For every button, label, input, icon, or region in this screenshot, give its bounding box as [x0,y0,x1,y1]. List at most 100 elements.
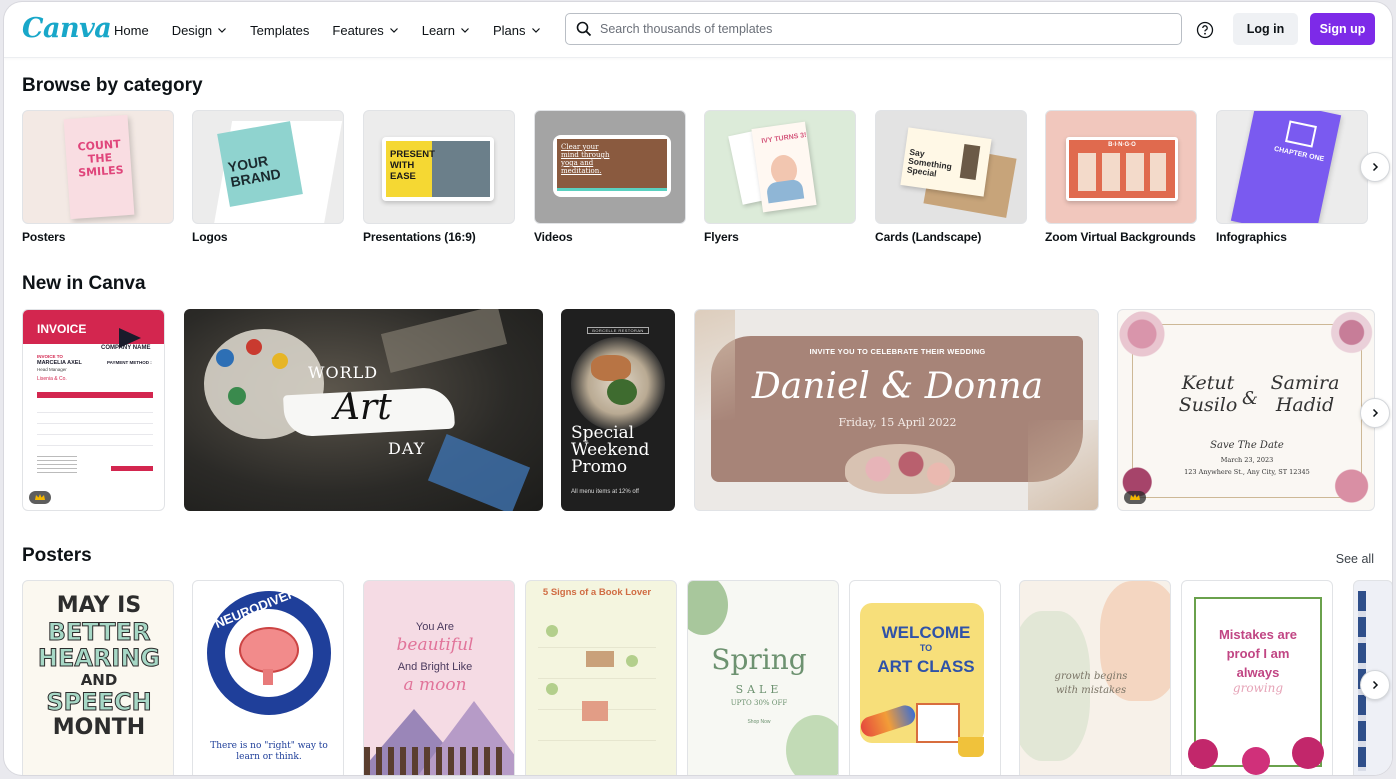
art-day-line1: WORLD [308,363,379,382]
chevron-right-icon [1372,680,1379,690]
posters-next-button[interactable] [1360,670,1390,700]
poster5-sub: SALE [735,683,783,696]
category-thumb: Clear your mind through yoga and meditat… [534,110,686,224]
poster8-line3: always [1236,665,1280,680]
search-bar[interactable] [565,13,1182,45]
pro-crown-badge [29,491,51,504]
main-nav: Home Design Templates Features Learn Pla… [114,2,564,58]
category-label: Posters [22,230,66,244]
nav-plans[interactable]: Plans [493,23,541,38]
top-header: Canva Home Design Templates Features Lea… [4,2,1392,58]
poster8-line4: growing [1232,681,1284,695]
nav-features[interactable]: Features [332,23,398,38]
poster2-caption: There is no "right" way to learn or thin… [210,741,328,762]
category-label: Presentations (16:9) [363,230,476,244]
template-world-art-day[interactable]: WORLD Art DAY [184,309,543,511]
invoice-client: Lisenia & Co. [37,376,67,382]
invoice-role: Head Manager [37,367,67,372]
poster1-line1: MAY IS [56,593,142,618]
see-all-link[interactable]: See all [1336,552,1374,566]
chevron-down-icon [389,28,398,33]
poster-spring-sale[interactable]: Spring SALE UPTO 30% OFF Shop Now [687,580,839,775]
category-thumb: CHAPTER ONE [1216,110,1368,224]
posters-title: Posters [22,545,92,566]
poster1-line5: SPEECH [46,688,152,716]
category-label: Videos [534,230,573,244]
invoice-name: MARCELIA AXEL [37,360,82,366]
poster8-line2: proof I am [1226,646,1290,661]
canva-logo[interactable]: Canva [22,13,112,44]
poster6-line1: WELCOME [881,623,971,642]
category-videos[interactable]: Clear your mind through yoga and meditat… [534,110,686,244]
poster7-line1: growth begins [1054,671,1128,682]
nav-home[interactable]: Home [114,23,149,38]
promo-footer: All menu items at 12% off [571,489,639,495]
category-thumb: PRESENT WITH EASE [363,110,515,224]
template-wedding-daniel-donna[interactable]: INVITE YOU TO CELEBRATE THEIR WEDDING Da… [694,309,1099,511]
search-input[interactable] [600,22,1160,36]
category-thumb: IVY TURNS 3! [704,110,856,224]
poster4-title: 5 Signs of a Book Lover [542,587,652,598]
poster-mistakes-growing[interactable]: Mistakes are proof I am always growing [1181,580,1333,775]
wedding2-date: March 23, 2023 [1220,456,1274,464]
new-in-canva-next-button[interactable] [1360,398,1390,428]
signup-button[interactable]: Sign up [1310,13,1375,45]
nav-plans-label: Plans [492,22,526,38]
category-posters[interactable]: COUNT THE SMILES Posters [22,110,174,244]
wedding-invite-text: INVITE YOU TO CELEBRATE THEIR WEDDING [809,347,986,356]
poster3-line4: a moon [403,675,467,695]
nav-design-label: Design [171,22,213,38]
browser-page: Canva Home Design Templates Features Lea… [4,2,1392,775]
poster1-line4: AND [80,671,118,689]
nav-learn-label: Learn [421,22,455,38]
poster7-line2: with mistakes [1055,685,1127,696]
nav-home-label: Home [114,22,149,38]
invoice-to: INVOICE TO [37,354,63,359]
poster-beautiful-moon[interactable]: You Are beautiful And Bright Like a moon [363,580,515,775]
nav-features-label: Features [332,22,384,38]
poster6-line2: TO [919,643,933,653]
wedding2-save-date: Save The Date [1210,440,1284,451]
poster-art-class[interactable]: WELCOME TO ART CLASS [849,580,1001,775]
category-next-button[interactable] [1360,152,1390,182]
category-logos[interactable]: YOUR BRAND Logos [192,110,344,244]
poster-book-lover[interactable]: 5 Signs of a Book Lover [525,580,677,775]
category-label: Logos [192,230,228,244]
template-wedding-ketut-samira[interactable]: Ketut Susilo & Samira Hadid Save The Dat… [1117,309,1375,511]
category-thumb: YOUR BRAND [192,110,344,224]
category-flyers[interactable]: IVY TURNS 3! Flyers [704,110,856,244]
art-day-line2: Art [334,387,392,428]
chevron-right-icon [1372,408,1379,418]
art-day-line3: DAY [388,439,426,458]
nav-learn[interactable]: Learn [422,23,470,38]
category-label: Zoom Virtual Backgrounds [1045,230,1196,244]
category-label: Infographics [1216,230,1287,244]
login-button[interactable]: Log in [1233,13,1298,45]
poster8-line1: Mistakes are [1218,627,1298,642]
category-infographics[interactable]: CHAPTER ONE Infographics [1216,110,1368,244]
poster1-line3: HEARING [37,644,161,672]
poster-neurodiversity[interactable]: NEURODIVERSITY There is no "right" way t… [192,580,344,775]
promo-badge: BORCELLE RESTORAN [592,328,644,333]
category-zoom-backgrounds[interactable]: B·I·N·G·O Zoom Virtual Backgrounds [1045,110,1197,244]
poster-growth-begins[interactable]: growth begins with mistakes [1019,580,1171,775]
chevron-right-icon [1372,162,1379,172]
template-weekend-promo[interactable]: BORCELLE RESTORAN Special Weekend Promo … [561,309,675,511]
category-thumb-text: B·I·N·G·O [1108,142,1136,148]
category-cards-landscape[interactable]: Say Something Special Cards (Landscape) [875,110,1027,244]
poster-hearing-month[interactable]: MAY IS BETTER HEARING AND SPEECH MONTH [22,580,174,775]
category-thumb: B·I·N·G·O [1045,110,1197,224]
nav-templates[interactable]: Templates [250,23,309,38]
chevron-down-icon [218,28,227,33]
search-icon [576,21,592,37]
category-thumb-text: PRESENT WITH EASE [390,149,435,182]
nav-templates-label: Templates [250,22,310,38]
category-thumb: Say Something Special [875,110,1027,224]
chevron-down-icon [461,28,469,33]
category-thumb-text: Clear your mind through yoga and meditat… [561,143,610,175]
category-presentations[interactable]: PRESENT WITH EASE Presentations (16:9) [363,110,515,244]
help-icon[interactable] [1196,21,1214,39]
poster5-offer: UPTO 30% OFF [730,699,788,707]
template-invoice[interactable]: INVOICE COMPANY NAME INVOICE TO MARCELIA… [22,309,165,511]
nav-design[interactable]: Design [172,23,227,38]
